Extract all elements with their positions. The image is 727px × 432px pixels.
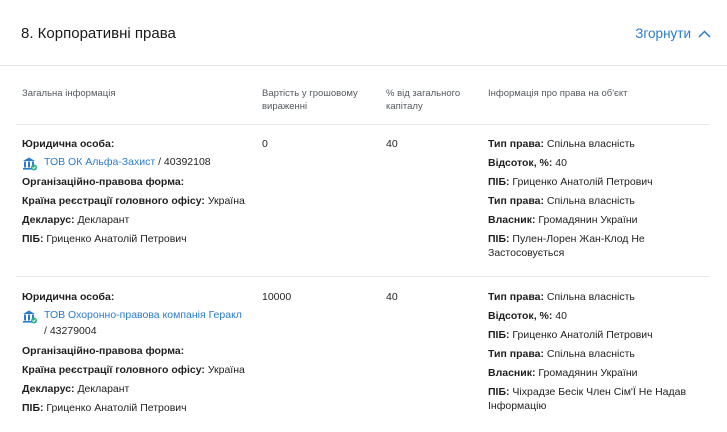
right-value: Спільна власність xyxy=(543,195,635,207)
company-line: ТОВ Охоронно-правова компанія Геракл / 4… xyxy=(22,307,252,342)
right-value: Гриценко Анатолій Петрович xyxy=(509,329,653,341)
pib-line: ПІБ: Гриценко Анатолій Петрович xyxy=(22,230,252,249)
declarant-value: Декларант xyxy=(74,214,130,226)
verified-check-icon xyxy=(31,317,37,324)
right-label: Тип права: xyxy=(488,348,544,360)
rights-cell: Тип права: Спільна власність Відсоток, %… xyxy=(488,288,688,416)
right-line: ПІБ: Чіхрадзе Бесік Член Сім'Ї Не Надав … xyxy=(488,383,688,416)
col-value-header: Вартість у грошовому вираженні xyxy=(262,87,358,113)
right-line: ПІБ: Гриценко Анатолій Петрович xyxy=(488,173,653,192)
col-percent-header-line2: капіталу xyxy=(386,101,423,112)
col-value-header-line2: вираженні xyxy=(262,101,308,112)
right-label: Тип права: xyxy=(488,138,544,150)
country-line: Країна реєстрації головного офісу: Украї… xyxy=(22,361,252,380)
right-value: Спільна власність xyxy=(543,138,635,150)
col-value-header-line1: Вартість у грошовому xyxy=(262,88,358,99)
right-label: Відсоток, %: xyxy=(488,310,553,322)
country-label: Країна реєстрації головного офісу: xyxy=(22,364,205,376)
right-value: Гриценко Анатолій Петрович xyxy=(509,176,653,188)
right-value: Чіхрадзе Бесік Член Сім'Ї Не Надав Інфор… xyxy=(488,386,687,412)
right-label: ПІБ: xyxy=(488,176,510,188)
pib-value: Гриценко Анатолій Петрович xyxy=(43,402,187,414)
right-line: Тип права: Спільна власність xyxy=(488,288,688,307)
institution-icon xyxy=(22,156,37,171)
company-line: ТОВ ОК Альфа-Захист / 40392108 xyxy=(22,154,252,173)
company-code: / 40392108 xyxy=(155,156,211,168)
right-value: 40 xyxy=(552,157,567,169)
right-line: Тип права: Спільна власність xyxy=(488,192,648,211)
pib-label: ПІБ: xyxy=(22,402,44,414)
pib-label: ПІБ: xyxy=(22,233,44,245)
collapse-button[interactable]: Згорнути xyxy=(635,26,711,41)
section-title: 8. Корпоративні права xyxy=(21,25,176,42)
right-label: ПІБ: xyxy=(488,386,510,398)
right-label: ПІБ: xyxy=(488,233,510,245)
right-value: Пулен-Лорен Жан-Клод Не Застосовується xyxy=(488,233,645,259)
general-info-cell: Юридична особа: ТОВ ОК Альфа-Захист / 40… xyxy=(22,135,252,249)
right-label: ПІБ: xyxy=(488,329,510,341)
org-form-line: Організаційно-правова форма: xyxy=(22,173,252,192)
declarant-line: Декларус: Декларант xyxy=(22,211,252,230)
chevron-up-icon xyxy=(698,29,711,38)
org-form-label: Організаційно-правова форма: xyxy=(22,345,185,357)
right-line: Власник: Громадянин України xyxy=(488,364,688,383)
right-line: Власник: Громадянин України xyxy=(488,211,648,230)
entity-label: Юридична особа: xyxy=(22,138,115,150)
col-general-header: Загальна інформація xyxy=(22,88,116,99)
verified-check-icon xyxy=(31,164,37,171)
right-value: Спільна власність xyxy=(543,348,635,360)
company-link[interactable]: ТОВ ОК Альфа-Захист xyxy=(44,156,155,168)
right-label: Власник: xyxy=(488,214,536,226)
right-line: ПІБ: Гриценко Анатолій Петрович xyxy=(488,326,688,345)
col-percent-header: % від загального капіталу xyxy=(386,87,460,113)
declarant-value: Декларант xyxy=(74,383,130,395)
pib-value: Гриценко Анатолій Петрович xyxy=(43,233,187,245)
right-value: Громадянин України xyxy=(535,214,638,226)
col-rights-header: Інформація про права на об'єкт xyxy=(488,88,628,99)
country-value: Україна xyxy=(204,364,245,376)
rights-cell: Тип права: Спільна власність Відсоток, %… xyxy=(488,135,653,263)
header-divider xyxy=(0,65,727,66)
right-value: Громадянин України xyxy=(535,367,638,379)
right-value: Спільна власність xyxy=(543,291,635,303)
right-label: Відсоток, %: xyxy=(488,157,553,169)
col-percent-header-line1: % від загального xyxy=(386,88,461,99)
country-value: Україна xyxy=(204,195,245,207)
percent-cell: 40 xyxy=(386,291,398,303)
row-divider xyxy=(16,276,709,277)
right-line: ПІБ: Пулен-Лорен Жан-Клод Не Застосовуєт… xyxy=(488,230,648,263)
right-label: Тип права: xyxy=(488,291,544,303)
collapse-label: Згорнути xyxy=(635,26,691,41)
value-cell: 10000 xyxy=(262,291,292,303)
org-form-label: Організаційно-правова форма: xyxy=(22,176,185,188)
institution-icon xyxy=(22,309,37,324)
country-line: Країна реєстрації головного офісу: Украї… xyxy=(22,192,252,211)
table-header-divider xyxy=(16,124,709,125)
company-link[interactable]: ТОВ Охоронно-правова компанія Геракл xyxy=(44,309,242,321)
country-label: Країна реєстрації головного офісу: xyxy=(22,195,205,207)
org-form-line: Організаційно-правова форма: xyxy=(22,342,252,361)
company-code: / 43279004 xyxy=(44,325,97,337)
entity-label: Юридична особа: xyxy=(22,291,115,303)
right-label: Власник: xyxy=(488,367,536,379)
section-header: 8. Корпоративні права Згорнути xyxy=(0,0,727,68)
declarant-line: Декларус: Декларант xyxy=(22,380,252,399)
right-label: Тип права: xyxy=(488,195,544,207)
general-info-cell: Юридична особа: ТОВ Охоронно-правова ком… xyxy=(22,288,252,418)
declarant-label: Декларус: xyxy=(22,383,75,395)
right-line: Відсоток, %: 40 xyxy=(488,307,688,326)
right-line: Тип права: Спільна власність xyxy=(488,135,648,154)
right-line: Тип права: Спільна власність xyxy=(488,345,688,364)
pib-line: ПІБ: Гриценко Анатолій Петрович xyxy=(22,399,252,418)
declarant-label: Декларус: xyxy=(22,214,75,226)
percent-cell: 40 xyxy=(386,138,398,150)
right-value: 40 xyxy=(552,310,567,322)
right-line: Відсоток, %: 40 xyxy=(488,154,648,173)
value-cell: 0 xyxy=(262,138,268,150)
